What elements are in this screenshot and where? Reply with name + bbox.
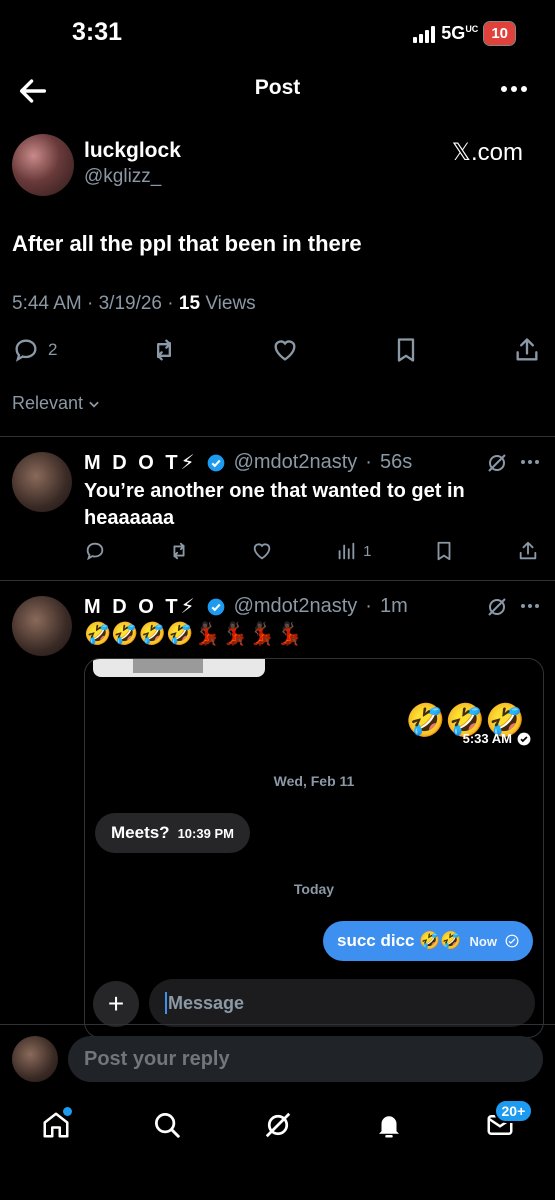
grok-icon[interactable]	[485, 595, 509, 619]
share-icon	[516, 338, 538, 361]
bookmark-icon	[397, 338, 415, 362]
outgoing-message: succ dicc 🤣🤣 Now	[323, 921, 533, 961]
post-date: 3/19/26	[98, 293, 163, 314]
reply-views: 1	[363, 542, 372, 560]
reply-handle[interactable]: @mdot2nasty	[234, 595, 358, 618]
verified-badge-icon	[207, 598, 224, 615]
bookmark-button[interactable]	[392, 336, 420, 364]
bookmark-icon[interactable]	[433, 540, 455, 562]
my-avatar[interactable]	[12, 1036, 58, 1082]
messages-badge: 20+	[493, 1099, 534, 1123]
bell-icon	[378, 1116, 399, 1138]
reply-age: 56s	[379, 451, 413, 473]
sort-label: Relevant	[12, 393, 84, 413]
reply-input[interactable]: Post your reply	[68, 1036, 543, 1082]
tab-notifications[interactable]	[369, 1105, 409, 1145]
reply-author-name[interactable]: M D O T⚡	[84, 450, 198, 475]
incoming-message: Meets? 10:39 PM	[95, 813, 250, 853]
analytics-icon	[338, 542, 355, 560]
post-time: 5:44 AM	[12, 293, 82, 314]
reply-text: You’re another one that wanted to get in…	[84, 480, 465, 529]
reply-more-icon[interactable]	[521, 604, 539, 608]
divider	[0, 436, 555, 437]
repost-button[interactable]	[150, 336, 178, 364]
repost-icon	[157, 339, 172, 361]
reply-age: 1m	[379, 595, 408, 617]
status-icons: 5GUC 10	[413, 21, 516, 46]
tab-bar: 20+	[0, 1099, 555, 1150]
sent-check-icon	[505, 934, 519, 948]
page-title: Post	[254, 76, 301, 99]
share-icon[interactable]	[517, 540, 539, 562]
today-separator: Today	[293, 881, 335, 897]
post-text: After all the ppl that been in there	[12, 231, 362, 256]
reply-count: 2	[48, 340, 58, 359]
post-actions: 2	[12, 336, 541, 364]
image-thumbnail	[93, 659, 265, 677]
reply-icon	[15, 339, 37, 362]
post-meta: 5:44 AM · 3/19/26 · 15 Views	[12, 293, 256, 314]
battery-icon: 10	[483, 21, 516, 46]
sent-time: 5:33 AM	[463, 731, 531, 746]
views-count: 15	[178, 293, 201, 314]
grok-icon	[265, 1112, 290, 1138]
views-label: Views	[205, 293, 256, 314]
date-separator: Wed, Feb 11	[273, 773, 355, 789]
more-options-icon[interactable]	[501, 86, 527, 92]
reply-text: 🤣🤣🤣🤣💃🏿💃🏿💃🏿💃🏿	[84, 621, 304, 646]
source-label: 𝕏.com	[451, 139, 523, 166]
views-button[interactable]: 1	[335, 540, 372, 562]
repost-icon[interactable]	[168, 540, 190, 562]
reply-icon[interactable]	[84, 540, 106, 562]
tab-search[interactable]	[147, 1105, 187, 1145]
share-button[interactable]	[513, 336, 541, 364]
embedded-image[interactable]: 🤣🤣🤣 5:33 AM Wed, Feb 11 Meets? 10:39 PM T…	[84, 658, 544, 1038]
signal-icon	[413, 25, 436, 43]
reply-more-icon[interactable]	[521, 460, 539, 464]
reply-actions: 1	[84, 540, 539, 562]
reply-handle[interactable]: @mdot2nasty	[234, 451, 358, 474]
author-avatar[interactable]	[12, 134, 74, 196]
tab-grok[interactable]	[258, 1105, 298, 1145]
plus-icon: +	[93, 981, 139, 1027]
grok-icon[interactable]	[485, 451, 509, 475]
heart-icon	[274, 340, 296, 361]
read-check-icon	[517, 732, 531, 745]
divider	[0, 580, 555, 581]
reply-avatar[interactable]	[12, 596, 72, 656]
sort-dropdown[interactable]: Relevant	[12, 393, 101, 414]
author-handle[interactable]: @kglizz_	[84, 166, 161, 188]
heart-icon[interactable]	[251, 540, 273, 562]
search-icon	[154, 1113, 180, 1138]
reply-header: M D O T⚡ @mdot2nasty · 1m	[84, 594, 408, 619]
message-input: Message	[149, 979, 535, 1027]
reply-avatar[interactable]	[12, 452, 72, 512]
network-label: 5GUC	[441, 23, 479, 43]
tab-messages[interactable]: 20+	[480, 1099, 534, 1145]
notification-dot	[62, 1107, 72, 1116]
author-name[interactable]: luckglock	[84, 139, 181, 163]
reply-author-name[interactable]: M D O T⚡	[84, 594, 198, 619]
reply-button[interactable]: 2	[12, 336, 57, 364]
like-button[interactable]	[271, 336, 299, 364]
reply-header: M D O T⚡ @mdot2nasty · 56s	[84, 450, 413, 475]
verified-badge-icon	[207, 454, 224, 471]
divider	[0, 1024, 555, 1025]
chevron-down-icon	[89, 401, 99, 408]
tab-home[interactable]	[36, 1105, 76, 1145]
status-time: 3:31	[72, 18, 123, 46]
